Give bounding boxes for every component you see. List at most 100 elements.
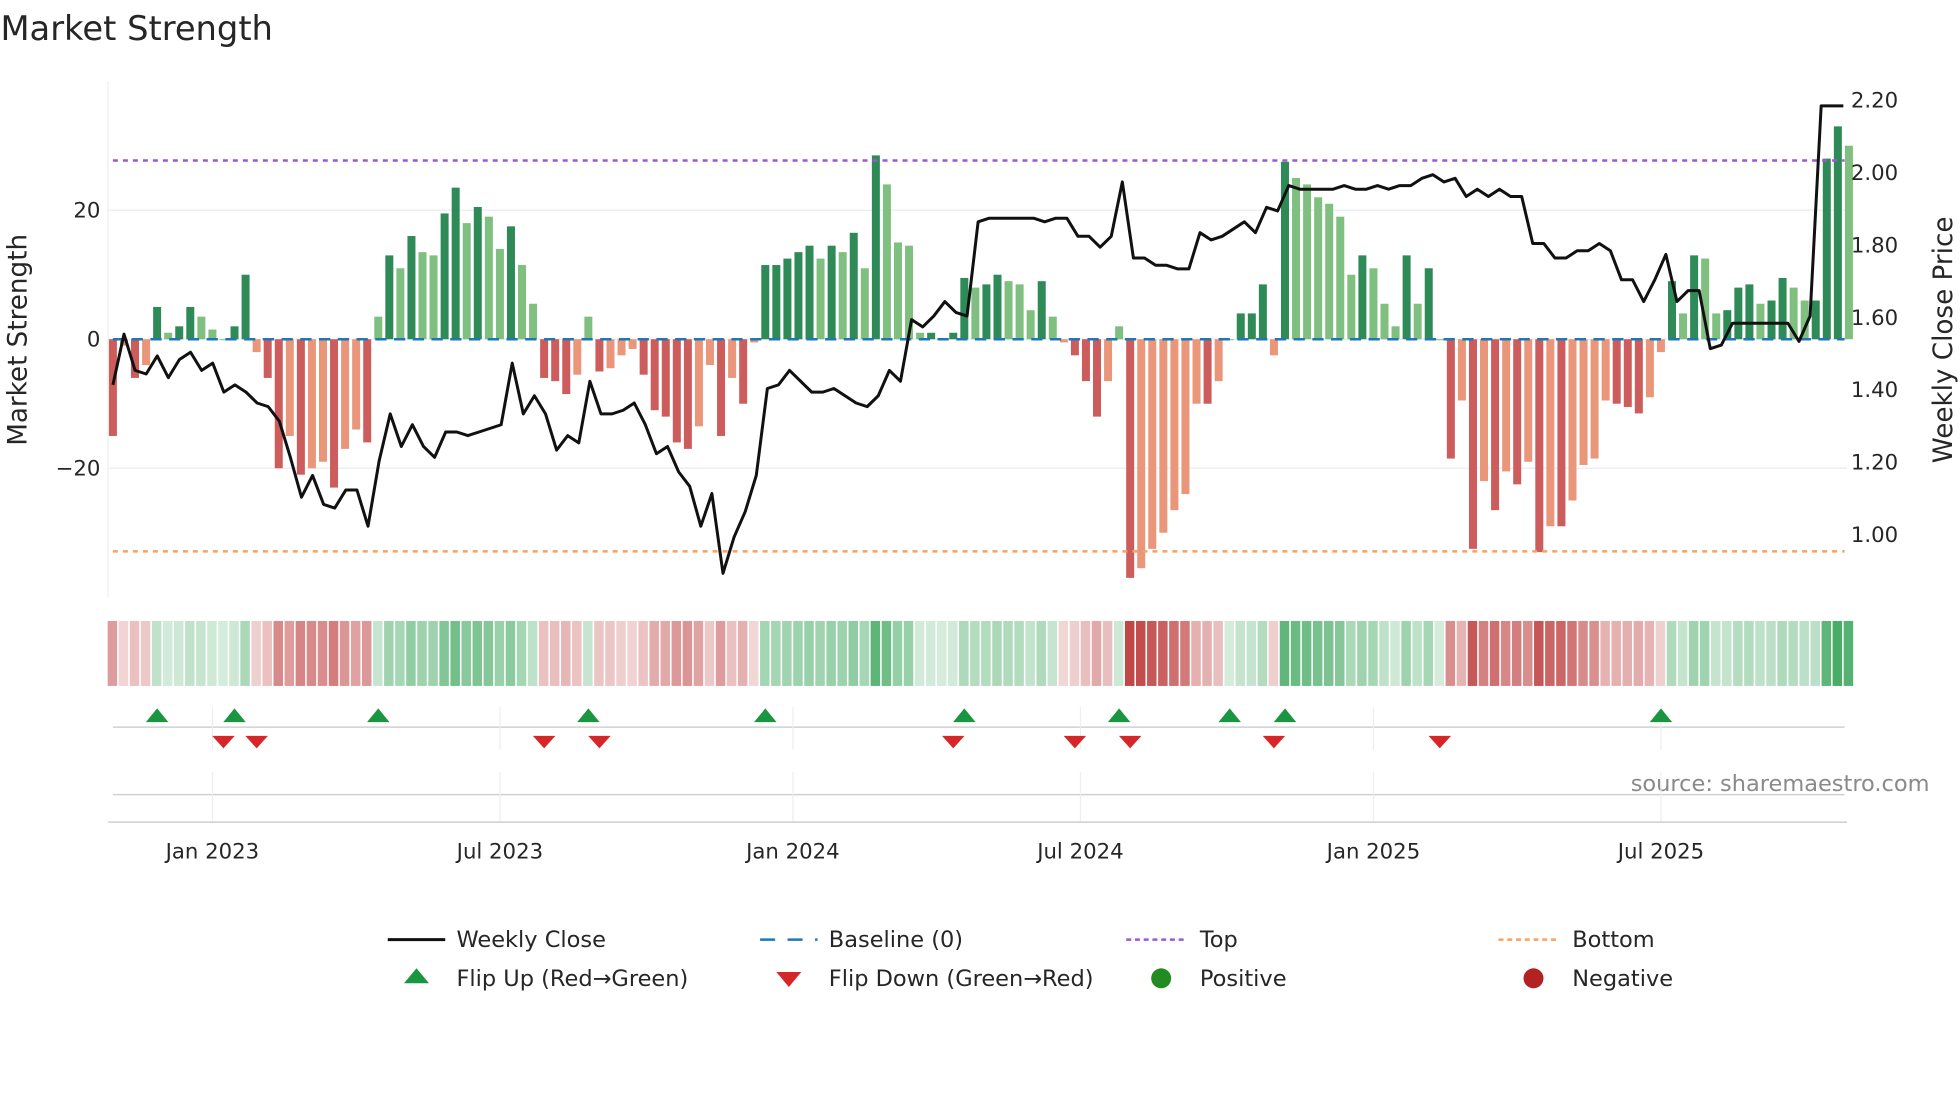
flip-up-marker	[577, 708, 600, 723]
strength-bar	[1380, 303, 1389, 340]
strength-heat-cell	[1290, 620, 1301, 686]
strength-heat-cell	[1180, 620, 1190, 686]
strength-bar	[661, 339, 670, 417]
y2-tick-label: 1.20	[1851, 451, 1898, 476]
strength-heat-cell	[1268, 620, 1279, 686]
strength-heat-cell	[129, 620, 140, 686]
strength-heat-cell	[273, 620, 284, 686]
x-tick-label: Jan 2023	[164, 839, 260, 864]
strength-bar	[1612, 339, 1621, 404]
market-strength-chart: Market Strength Market Strength Weekly C…	[0, 9, 1959, 992]
strength-bar	[1734, 287, 1743, 340]
y2-tick-label: 1.00	[1851, 523, 1898, 548]
y2-tick-label: 2.00	[1851, 161, 1898, 186]
flip-up-marker	[145, 708, 169, 723]
strength-bar	[1203, 339, 1212, 404]
flip-up-marker	[1107, 708, 1131, 723]
strength-heat-cell	[1799, 620, 1809, 686]
strength-bar	[263, 339, 272, 378]
strength-bar	[296, 339, 305, 475]
strength-bar	[1070, 339, 1079, 356]
strength-bar	[893, 242, 902, 340]
strength-heat-cell	[538, 620, 549, 686]
strength-heat-cell	[1147, 620, 1157, 686]
strength-heat-cell	[959, 620, 969, 686]
strength-bar	[1424, 268, 1433, 340]
x-tick-label: Jan 2025	[1325, 839, 1421, 864]
flip-up-marker	[953, 708, 976, 723]
y-axis-label: Market Strength	[4, 234, 34, 446]
strength-bar	[1004, 281, 1013, 340]
strength-heat-cell	[1003, 620, 1013, 686]
strength-heat-cell	[1500, 620, 1511, 686]
strength-heat-cell	[1368, 620, 1378, 686]
strength-bar	[617, 339, 626, 356]
y2-tick-label: 2.20	[1851, 88, 1898, 113]
strength-heat-cell	[306, 620, 317, 686]
strength-heat-cell	[561, 620, 571, 686]
strength-heat-cell	[782, 620, 792, 686]
flip-down-marker	[532, 735, 556, 749]
strength-bar	[1048, 316, 1057, 340]
strength-bar	[1656, 339, 1665, 353]
strength-heat-cell	[1135, 620, 1146, 686]
strength-bar	[1247, 313, 1256, 340]
strength-bar	[1402, 255, 1411, 340]
strength-bar	[650, 339, 659, 411]
strength-bar	[1745, 284, 1754, 340]
strength-heat-cell	[1412, 620, 1422, 686]
strength-heat-cell	[1346, 620, 1356, 686]
strength-bar	[429, 255, 438, 340]
strength-bar	[108, 339, 117, 436]
flip-down-marker	[1262, 735, 1286, 749]
strength-heat-cell	[649, 620, 659, 686]
strength-heat-cell	[737, 620, 748, 686]
strength-heat-cell	[1810, 620, 1820, 686]
legend-label: Baseline (0)	[829, 927, 963, 953]
strength-heat-cell	[693, 620, 704, 686]
flip-up-marker	[1218, 708, 1241, 723]
strength-heat-cell	[406, 620, 416, 686]
strength-heat-cell	[1688, 620, 1699, 686]
strength-heat-cell	[1335, 620, 1345, 686]
strength-bar	[1435, 339, 1444, 341]
strength-bar	[1170, 339, 1179, 511]
strength-heat-cell	[1102, 620, 1113, 686]
strength-heat-cell	[1445, 620, 1456, 686]
strength-bar	[1679, 313, 1688, 340]
strength-heat-cell	[218, 620, 228, 686]
strength-bar	[672, 339, 681, 443]
flip-up-marker	[1273, 708, 1297, 723]
strength-bar	[1623, 339, 1632, 407]
strength-bar	[197, 316, 206, 340]
strength-heat-cell	[1832, 620, 1843, 686]
strength-bar	[562, 339, 571, 395]
strength-bar	[860, 268, 869, 340]
strength-heat-cell	[682, 620, 693, 686]
strength-heat-cell	[1467, 620, 1478, 686]
strength-bar	[1148, 339, 1157, 549]
strength-bar	[230, 326, 239, 340]
strength-bar	[506, 226, 515, 340]
strength-bar	[1634, 339, 1643, 414]
flip-up-marker	[367, 708, 390, 723]
strength-bar	[175, 326, 184, 340]
strength-bar	[352, 339, 361, 430]
y2-tick-label: 1.60	[1851, 306, 1898, 331]
strength-heat-cell	[1699, 620, 1710, 686]
strength-heat-cell	[1821, 620, 1832, 686]
strength-heat-cell	[715, 620, 726, 686]
strength-heat-cell	[461, 620, 471, 686]
strength-heat-cell	[1600, 620, 1610, 686]
strength-bar	[1546, 339, 1555, 527]
strength-heat-cell	[450, 620, 460, 686]
strength-heat-cell	[505, 620, 516, 686]
strength-heat-cell	[1622, 620, 1633, 686]
strength-heat-cell	[483, 620, 494, 686]
strength-bar	[1115, 326, 1124, 340]
legend-circle-neg-swatch	[1523, 968, 1544, 989]
strength-heat-cell	[373, 620, 383, 686]
strength-heat-cell	[1843, 620, 1854, 686]
strength-heat-cell	[229, 620, 239, 686]
strength-bar	[142, 339, 151, 366]
